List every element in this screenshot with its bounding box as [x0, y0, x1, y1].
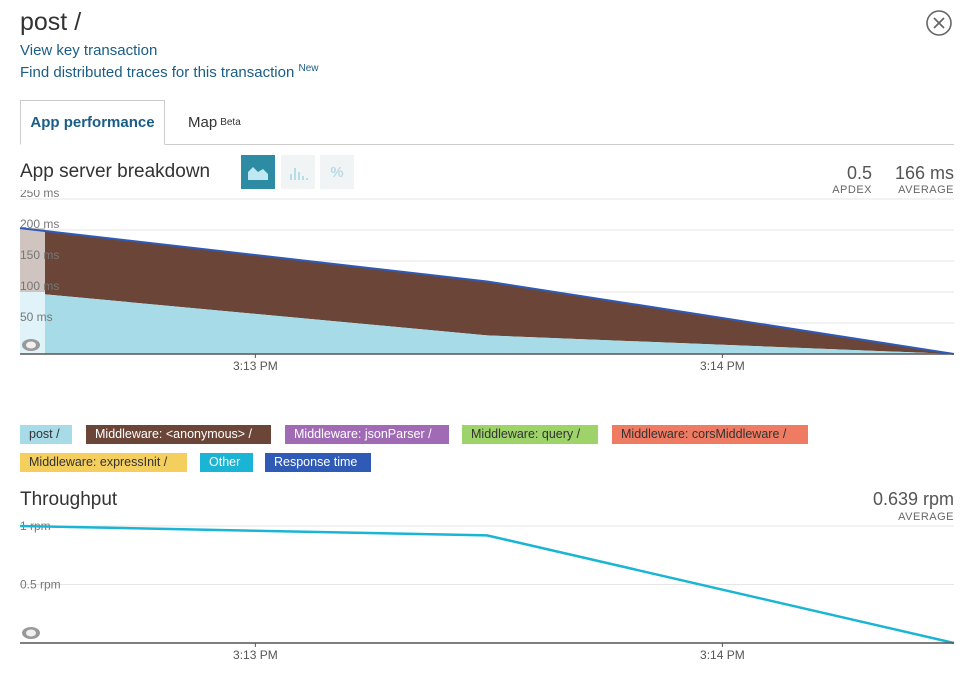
tab-app-performance[interactable]: App performance	[20, 100, 165, 145]
view-key-transaction-link[interactable]: View key transaction	[20, 42, 157, 59]
throughput-title: Throughput	[20, 489, 118, 510]
area-chart-button[interactable]	[241, 155, 275, 189]
legend-item[interactable]: post /	[20, 425, 72, 444]
throughput-chart: 1 rpm0.5 rpm3:13 PM 3:14 PM	[19, 519, 955, 662]
toggle-icon	[26, 341, 36, 349]
x-tick-label: 3:14 PM	[700, 359, 745, 373]
percent-icon: %	[330, 163, 344, 181]
area-chart-icon	[248, 167, 268, 180]
y-tick-label: 200 ms	[20, 217, 59, 231]
legend-item[interactable]: Middleware: jsonParser /	[285, 425, 449, 444]
throughput-average-value: 0.639 rpm	[872, 489, 954, 509]
y-tick-label: 100 ms	[20, 279, 59, 293]
legend-item[interactable]: Middleware: expressInit /	[20, 453, 187, 472]
tab-map[interactable]: Map Beta	[188, 100, 241, 144]
toggle-icon	[26, 629, 36, 637]
y-tick-label: 0.5 rpm	[20, 578, 61, 592]
legend-item[interactable]: Middleware: query /	[462, 425, 598, 444]
legend-item[interactable]: Middleware: corsMiddleware /	[612, 425, 808, 444]
breakdown-chart: 250 ms 200 ms 150 ms 100 ms 50 ms 3:13 PM 3:14…	[19, 190, 955, 373]
apdex-value: 0.5	[846, 163, 872, 183]
page-title: post /	[20, 8, 82, 36]
histogram-icon	[290, 168, 308, 180]
y-tick-label: 250 ms	[20, 190, 59, 200]
legend-item[interactable]: Other	[200, 453, 253, 472]
find-distributed-traces-link[interactable]: Find distributed traces for this transac…	[20, 63, 318, 81]
close-button[interactable]	[926, 10, 952, 36]
percent-button[interactable]: %	[320, 155, 354, 189]
legend-item[interactable]: Response time	[265, 453, 371, 472]
x-tick-label: 3:13 PM	[233, 648, 278, 662]
y-tick-label: 50 ms	[20, 310, 53, 324]
average-response-value: 166 ms	[894, 163, 954, 183]
new-badge: New	[298, 63, 319, 74]
x-tick-label: 3:14 PM	[700, 648, 745, 662]
y-tick-label: 150 ms	[20, 248, 59, 262]
x-tick-label: 3:13 PM	[233, 359, 278, 373]
tab-bar: App performance Map Beta	[20, 100, 954, 145]
legend-item[interactable]: Middleware: <anonymous> /	[86, 425, 271, 444]
histogram-button[interactable]	[281, 155, 315, 189]
breakdown-title: App server breakdown	[20, 161, 211, 182]
close-icon	[926, 10, 952, 36]
